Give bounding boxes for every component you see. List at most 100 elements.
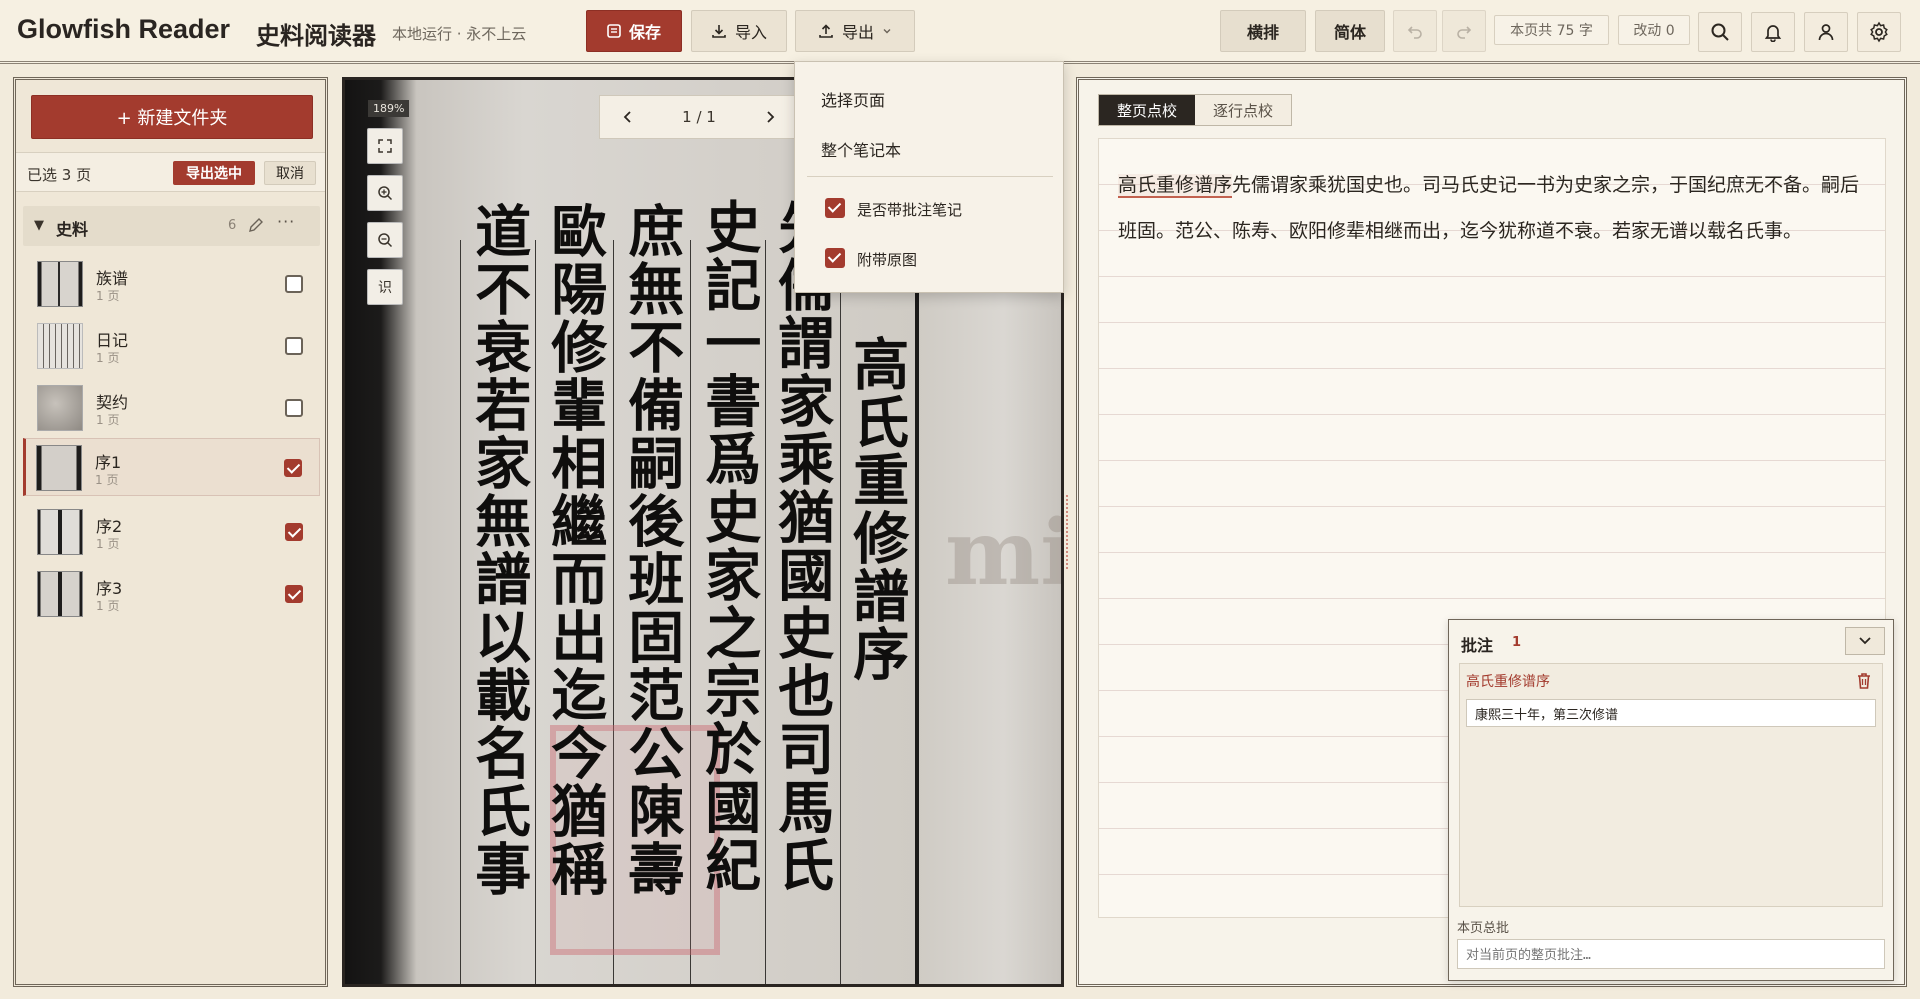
import-button[interactable]: 导入 [691, 10, 787, 52]
gear-icon [1870, 21, 1888, 43]
item-checkbox[interactable] [285, 523, 303, 541]
item-checkbox[interactable] [285, 337, 303, 355]
annotation-target[interactable]: 高氏重修谱序 [1466, 671, 1550, 691]
undo-button[interactable] [1393, 10, 1437, 52]
chevron-left-icon[interactable] [622, 110, 634, 124]
folder-name: 史料 [56, 220, 89, 239]
app-subtitle: 本地运行 · 永不上云 [392, 25, 527, 43]
search-button[interactable] [1698, 12, 1742, 52]
list-item[interactable]: 序2 1 页 [23, 503, 320, 561]
save-button[interactable]: 保存 [586, 10, 682, 52]
annotation-panel: 批注 1 高氏重修谱序 康熙三十年，第三次修谱 本页总批 [1448, 619, 1894, 981]
item-checkbox[interactable] [285, 275, 303, 293]
pencil-icon[interactable] [247, 216, 265, 234]
char-count: 本页共 75 字 [1494, 15, 1609, 45]
list-item-active[interactable]: 序1 1 页 [23, 438, 320, 496]
tab-line-proofread[interactable]: 逐行点校 [1195, 95, 1292, 125]
export-menu-select-pages[interactable]: 选择页面 [821, 87, 885, 111]
item-name: 族谱 [96, 269, 129, 288]
folder-row[interactable]: ▼ 史料 6 ··· [23, 206, 320, 246]
item-name: 日记 [96, 331, 129, 350]
transcription-text[interactable]: 高氏重修谱序先儒谓家乘犹国史也。司马氏史记一书为史家之宗，于国纪庶无不备。嗣后班… [1118, 162, 1870, 254]
item-checkbox[interactable] [285, 585, 303, 603]
collapse-panel-button[interactable] [1845, 627, 1885, 655]
zoom-in-icon [378, 186, 393, 201]
download-icon [712, 25, 726, 38]
include-annotations-checkbox[interactable] [825, 198, 845, 218]
scan-column-text: 庶無不備嗣後班固范公陳壽 [618, 202, 685, 898]
item-name: 契约 [96, 393, 129, 412]
selection-bar: 已选 3 页 导出选中 取消 [16, 152, 325, 192]
chevron-right-icon[interactable] [764, 110, 776, 124]
scan-column-text: 先儒謂家乘猶國史也司馬氏 [768, 198, 835, 894]
account-button[interactable] [1804, 12, 1848, 52]
more-icon[interactable]: ··· [277, 212, 295, 231]
export-label: 导出 [841, 23, 874, 42]
column-rule [535, 240, 536, 984]
chevron-down-icon [883, 29, 891, 34]
watermark-text: mily [945, 500, 1064, 606]
app-title-zh: 史料阅读器 [256, 22, 376, 50]
item-pages: 1 页 [96, 599, 120, 613]
new-folder-button[interactable]: + 新建文件夹 [31, 95, 313, 139]
folder-count: 6 [228, 218, 237, 233]
simplified-toggle-button[interactable]: 简体 [1315, 10, 1385, 52]
include-original-checkbox[interactable] [825, 248, 845, 268]
notifications-button[interactable] [1751, 12, 1795, 52]
zoom-out-button[interactable] [367, 222, 403, 258]
fullscreen-button[interactable] [367, 128, 403, 164]
annotated-highlight[interactable]: 高氏重修谱序 [1118, 174, 1233, 198]
export-menu-whole-notebook[interactable]: 整个笔记本 [821, 137, 901, 161]
trash-icon[interactable] [1856, 672, 1872, 690]
resize-handle[interactable] [1066, 495, 1072, 569]
import-label: 导入 [734, 23, 767, 42]
annotation-count: 1 [1512, 635, 1522, 650]
app-title: Glowfish Reader [17, 14, 231, 44]
page-thumbnail [37, 509, 83, 555]
save-icon [607, 24, 621, 38]
settings-button[interactable] [1857, 12, 1901, 52]
cancel-selection-button[interactable]: 取消 [264, 161, 316, 185]
export-selected-button[interactable]: 导出选中 [173, 161, 255, 185]
export-button[interactable]: 导出 [795, 10, 915, 52]
item-pages: 1 页 [96, 351, 120, 365]
annotation-card: 高氏重修谱序 康熙三十年，第三次修谱 [1459, 663, 1883, 907]
page-navigator: 1 / 1 [599, 95, 799, 139]
folder-expand-icon[interactable]: ▼ [34, 218, 44, 233]
item-checkbox[interactable] [284, 459, 302, 477]
sidebar: + 新建文件夹 已选 3 页 导出选中 取消 ▼ 史料 6 ··· 族谱 1 页… [13, 77, 328, 987]
list-item[interactable]: 族谱 1 页 [23, 255, 320, 313]
item-checkbox[interactable] [285, 399, 303, 417]
page-thumbnail [37, 323, 83, 369]
annotation-note-input[interactable]: 康熙三十年，第三次修谱 [1466, 699, 1876, 727]
column-rule [915, 180, 919, 984]
tab-full-page-proofread[interactable]: 整页点校 [1099, 95, 1196, 125]
item-name: 序1 [95, 453, 122, 472]
save-label: 保存 [628, 23, 661, 42]
list-item[interactable]: 序3 1 页 [23, 565, 320, 623]
ocr-button[interactable]: 识 [367, 269, 403, 305]
item-pages: 1 页 [95, 473, 119, 487]
item-name: 序2 [96, 517, 123, 536]
include-annotations-label: 是否带批注笔记 [857, 201, 963, 219]
zoom-in-button[interactable] [367, 175, 403, 211]
scan-column-text: 道不衰若家無譜以載名氏事 [465, 202, 532, 898]
top-bar: Glowfish Reader 史料阅读器 本地运行 · 永不上云 保存 导入 … [0, 0, 1920, 64]
page-summary-label: 本页总批 [1457, 921, 1510, 936]
annotation-title: 批注 [1461, 636, 1494, 655]
editor-tabs: 整页点校 逐行点校 [1098, 94, 1293, 126]
include-original-label: 附带原图 [857, 251, 918, 269]
page-thumbnail [37, 571, 83, 617]
column-rule [765, 240, 766, 984]
menu-divider [807, 176, 1053, 177]
list-item[interactable]: 契约 1 页 [23, 379, 320, 437]
export-menu: 选择页面 整个笔记本 是否带批注笔记 附带原图 [794, 61, 1064, 293]
list-item[interactable]: 日记 1 页 [23, 317, 320, 375]
page-summary-input[interactable] [1457, 939, 1885, 969]
redo-icon [1457, 26, 1472, 39]
scan-column-text: 歐陽修輩相繼而出迄今猶稱 [541, 202, 608, 898]
page-thumbnail [37, 385, 83, 431]
redo-button[interactable] [1442, 10, 1486, 52]
horizontal-layout-button[interactable]: 横排 [1220, 10, 1306, 52]
page-thumbnail [37, 261, 83, 307]
